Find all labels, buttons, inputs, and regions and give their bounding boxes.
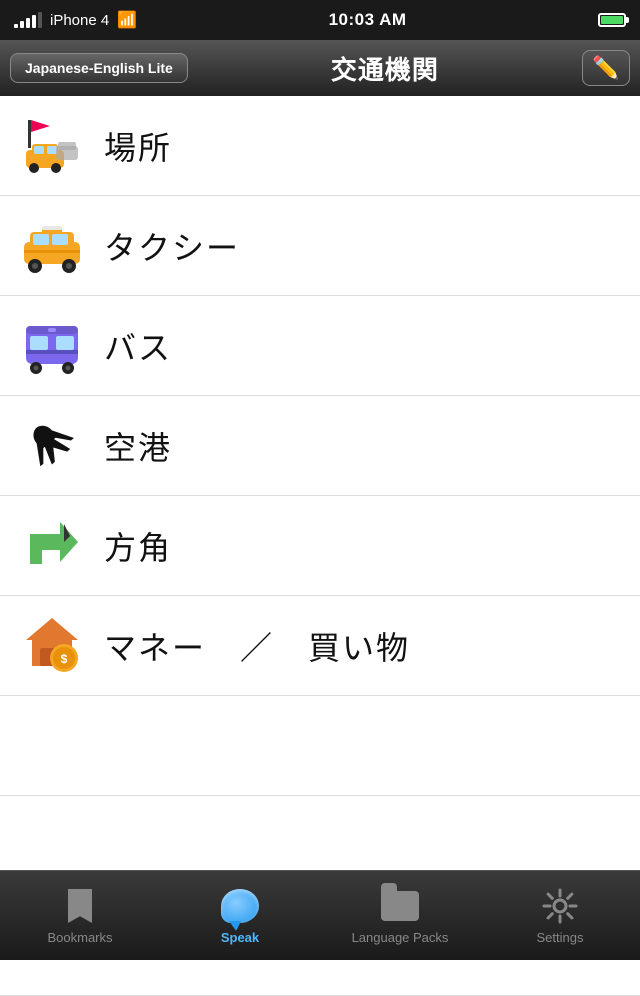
tab-bar: Bookmarks Speak Language Packs	[0, 870, 640, 960]
label-money: マネー ／ 買い物	[104, 623, 410, 669]
empty-row-1	[0, 696, 640, 796]
tab-settings-label: Settings	[537, 930, 584, 945]
tab-speak[interactable]: Speak	[160, 886, 320, 945]
bookmarks-icon	[68, 886, 92, 926]
signal-bar-3	[26, 18, 30, 28]
icon-money: $	[20, 614, 84, 678]
icon-bus	[20, 314, 84, 378]
signal-bar-5	[38, 12, 42, 28]
tab-language-packs-label: Language Packs	[352, 930, 449, 945]
battery-icon	[598, 13, 626, 27]
nav-bar: Japanese-English Lite 交通機関 ✏️	[0, 40, 640, 96]
status-right	[598, 13, 626, 27]
nav-title: 交通機関	[331, 50, 439, 87]
carrier-name: iPhone 4	[50, 12, 109, 29]
battery-fill	[601, 16, 623, 24]
signal-bars	[14, 12, 42, 28]
wifi-icon: 📶	[117, 10, 137, 30]
tab-speak-label: Speak	[221, 930, 259, 945]
signal-bar-2	[20, 21, 24, 28]
svg-text:$: $	[61, 652, 68, 666]
icon-direction	[20, 514, 84, 578]
pen-icon: ✏️	[592, 55, 619, 81]
folder-shape	[381, 891, 419, 921]
list-item-taxi[interactable]: タクシー	[0, 196, 640, 296]
list-item-basho[interactable]: 場所	[0, 96, 640, 196]
label-basho: 場所	[104, 123, 172, 169]
speak-bubble	[221, 889, 259, 923]
label-taxi: タクシー	[104, 223, 240, 269]
tab-settings[interactable]: Settings	[480, 886, 640, 945]
tab-language-packs[interactable]: Language Packs	[320, 886, 480, 945]
edit-button[interactable]: ✏️	[582, 50, 630, 86]
icon-airplane	[20, 414, 84, 478]
status-left: iPhone 4 📶	[14, 10, 137, 30]
speak-icon	[221, 886, 259, 926]
tab-bookmarks-label: Bookmarks	[47, 930, 112, 945]
status-bar: iPhone 4 📶 10:03 AM	[0, 0, 640, 40]
back-button[interactable]: Japanese-English Lite	[10, 53, 188, 83]
bookmark-shape	[68, 889, 92, 923]
settings-icon	[542, 886, 578, 926]
tab-bookmarks[interactable]: Bookmarks	[0, 886, 160, 945]
status-time: 10:03 AM	[329, 10, 407, 30]
label-bus: バス	[104, 323, 172, 369]
list-item-airport[interactable]: 空港	[0, 396, 640, 496]
signal-bar-4	[32, 15, 36, 28]
list-item-bus[interactable]: バス	[0, 296, 640, 396]
list-item-money[interactable]: $ マネー ／ 買い物	[0, 596, 640, 696]
language-packs-icon	[381, 886, 419, 926]
list-item-direction[interactable]: 方角	[0, 496, 640, 596]
icon-taxi	[20, 214, 84, 278]
gear-icon	[542, 888, 578, 924]
label-direction: 方角	[104, 523, 172, 569]
icon-basho	[20, 114, 84, 178]
signal-bar-1	[14, 24, 18, 28]
label-airport: 空港	[104, 423, 172, 469]
category-list: 場所 タクシー	[0, 96, 640, 996]
